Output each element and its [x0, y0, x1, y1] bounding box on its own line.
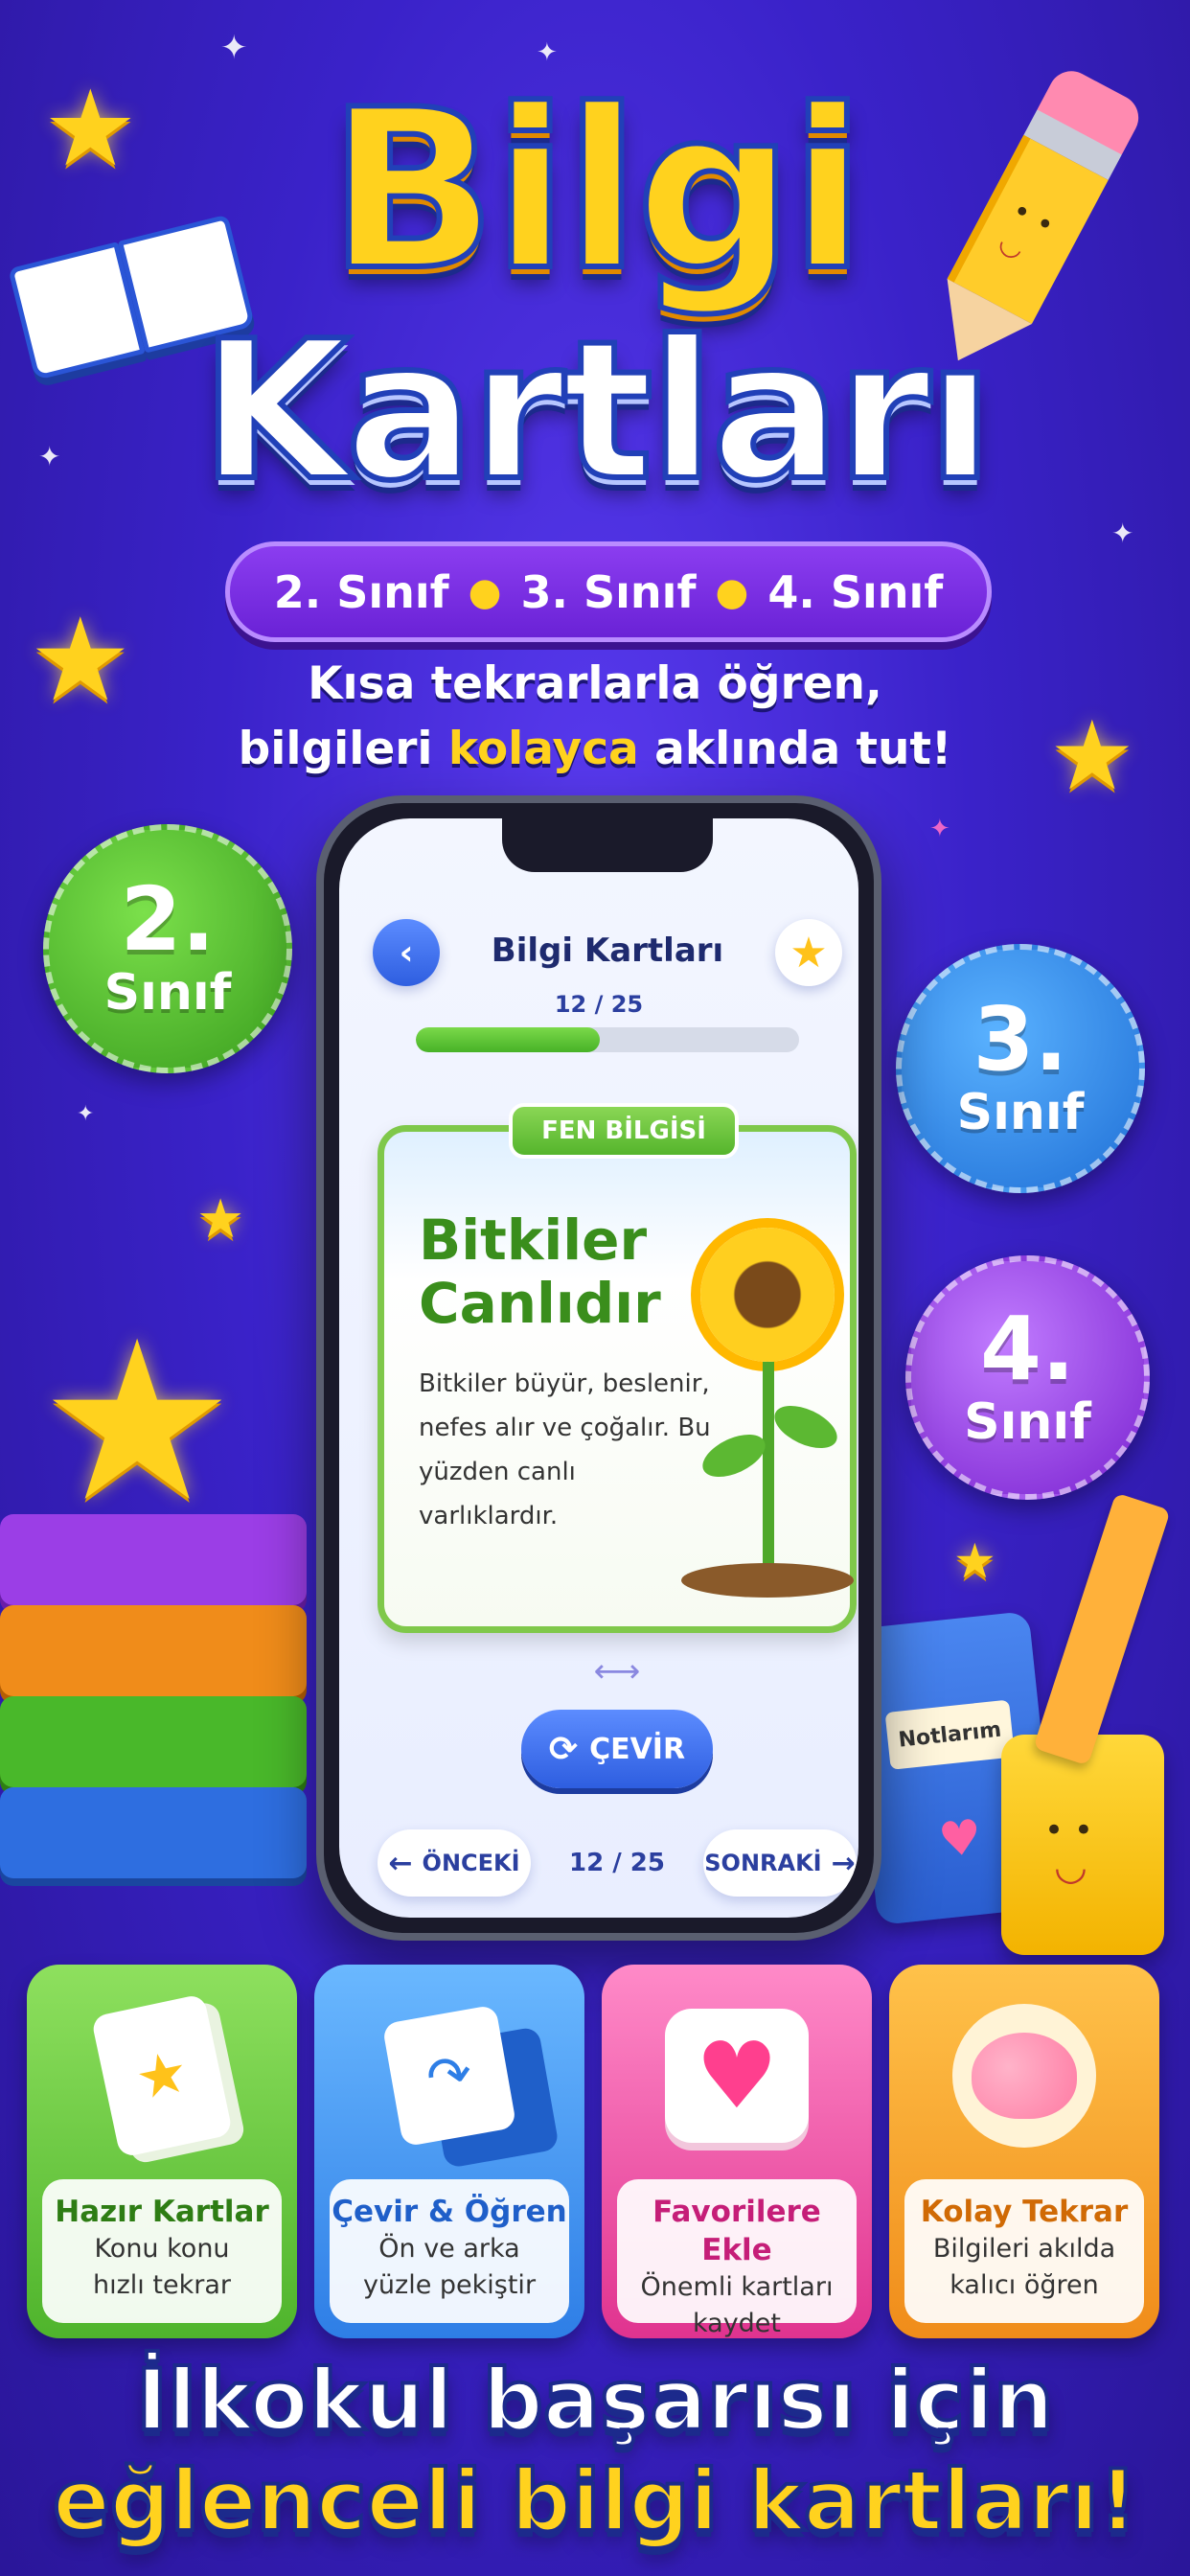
sparkle-icon: ✦	[220, 29, 248, 67]
phone-mockup: ‹ Bilgi Kartları ★ 12 / 25 FEN BİLGİSİ B…	[316, 795, 881, 1941]
feature-desc: kalıcı öğren	[950, 2270, 1099, 2300]
dot-separator: ●	[715, 569, 749, 614]
book-stack-icon	[0, 1514, 316, 1917]
grade-4-label: 4. Sınıf	[767, 565, 944, 618]
app-title-line1: Bilgi	[326, 63, 868, 319]
feature-card-ready-cards[interactable]: ★ Hazır Kartlar Konu konu hızlı tekrar	[27, 1965, 297, 2338]
tagline: Kısa tekrarlarla öğren, bilgileri kolayc…	[0, 652, 1190, 782]
page-indicator: 12 / 25	[569, 1849, 665, 1877]
feature-desc: Konu konu	[94, 2234, 230, 2264]
refresh-icon: ⟳	[548, 1729, 579, 1769]
feature-desc: yüzle pekiştir	[362, 2270, 537, 2300]
tagline-line2: bilgileri kolayca aklında tut!	[0, 717, 1190, 782]
chevron-left-icon: ‹	[399, 932, 414, 973]
feature-text: Hazır Kartlar Konu konu hızlı tekrar	[42, 2179, 282, 2323]
grade-2-badge[interactable]: 2. Sınıf	[43, 824, 292, 1073]
app-title-line2: Kartları	[198, 300, 996, 523]
grade-label: Sınıf	[964, 1392, 1091, 1451]
arrow-left-icon: ←	[388, 1846, 413, 1880]
heart-icon: ♥	[617, 1980, 857, 2172]
dot-separator: ●	[468, 569, 502, 614]
card-title-line1: Bitkiler	[419, 1208, 648, 1273]
grade-label: Sınıf	[956, 1084, 1085, 1141]
swipe-hint-icon: ⟷	[593, 1652, 641, 1690]
card-title-line2: Canlıdır	[419, 1271, 661, 1336]
footer-line2: eğlenceli bilgi kartları!	[51, 2451, 1139, 2551]
star-icon: ★	[953, 1533, 996, 1589]
back-button[interactable]: ‹	[373, 919, 440, 986]
grades-banner: 2. Sınıf ● 3. Sınıf ● 4. Sınıf	[225, 541, 992, 642]
favorite-star-button[interactable]: ★	[775, 919, 842, 986]
progress-fill	[416, 1027, 600, 1052]
sparkle-icon: ✦	[929, 815, 950, 843]
feature-title: Favorilere Ekle	[652, 2195, 821, 2267]
sunflower-image	[672, 1228, 854, 1611]
next-label: SONRAKİ	[704, 1850, 822, 1876]
feature-text: Çevir & Öğren Ön ve arka yüzle pekiştir	[330, 2179, 569, 2323]
progress-text: 12 / 25	[554, 991, 644, 1018]
feature-desc: hızlı tekrar	[93, 2270, 231, 2300]
grade-number: 3.	[973, 988, 1068, 1091]
subject-badge: FEN BİLGİSİ	[509, 1103, 739, 1159]
next-button[interactable]: SONRAKİ →	[703, 1829, 857, 1897]
grade-3-label: 3. Sınıf	[520, 565, 697, 618]
feature-desc: kaydet	[692, 2309, 782, 2338]
sparkle-icon: ✦	[1111, 518, 1134, 549]
progress-bar	[416, 1027, 799, 1052]
feature-card-favorites[interactable]: ♥ Favorilere Ekle Önemli kartları kaydet	[602, 1965, 872, 2338]
phone-notch	[502, 818, 713, 872]
footer-line1: İlkokul başarısı için	[134, 2351, 1056, 2450]
star-icon: ★	[790, 928, 828, 978]
feature-desc: Önemli kartları	[640, 2272, 834, 2302]
sparkle-icon: ✦	[77, 1102, 95, 1126]
tagline-highlight: kolayca	[447, 723, 639, 775]
star-icon: ★	[196, 1188, 245, 1251]
feature-text: Kolay Tekrar Bilgileri akılda kalıcı öğr…	[904, 2179, 1144, 2323]
brain-icon	[904, 1980, 1144, 2172]
feature-card-flip-learn[interactable]: ↷ Çevir & Öğren Ön ve arka yüzle pekişti…	[314, 1965, 584, 2338]
feature-text: Favorilere Ekle Önemli kartları kaydet	[617, 2179, 857, 2338]
grade-number: 4.	[980, 1297, 1075, 1400]
feature-title: Kolay Tekrar	[920, 2195, 1129, 2229]
grade-2-label: 2. Sınıf	[273, 565, 449, 618]
grade-4-badge[interactable]: 4. Sınıf	[905, 1255, 1150, 1500]
flip-cards-icon: ↷	[330, 1980, 569, 2172]
feature-card-easy-review[interactable]: Kolay Tekrar Bilgileri akılda kalıcı öğr…	[889, 1965, 1159, 2338]
previous-button[interactable]: ← ÖNCEKİ	[378, 1829, 531, 1897]
tagline-pre: bilgileri	[238, 723, 433, 775]
grade-3-badge[interactable]: 3. Sınıf	[896, 944, 1145, 1193]
phone-screen: ‹ Bilgi Kartları ★ 12 / 25 FEN BİLGİSİ B…	[339, 818, 858, 1918]
star-mascot-icon: ★	[38, 1295, 237, 1551]
tagline-post: aklında tut!	[654, 723, 952, 775]
heart-sticker-icon: ♥	[935, 1808, 985, 1869]
grade-label: Sınıf	[103, 964, 232, 1022]
flashcard[interactable]: FEN BİLGİSİ Bitkiler Canlıdır Bitkiler b…	[378, 1103, 857, 1633]
grade-number: 2.	[120, 868, 216, 971]
feature-desc: Bilgileri akılda	[932, 2234, 1116, 2264]
notebook-label: Notlarım	[884, 1699, 1016, 1770]
ruler-icon	[1033, 1492, 1171, 1766]
feature-title: Hazır Kartlar	[55, 2195, 269, 2229]
arrow-right-icon: →	[831, 1846, 856, 1880]
feature-title: Çevir & Öğren	[332, 2195, 567, 2229]
pencil-cup-icon: • • ◡	[1001, 1735, 1164, 1955]
tagline-line1: Kısa tekrarlarla öğren,	[308, 657, 882, 710]
cards-icon: ★	[42, 1980, 282, 2172]
flip-label: ÇEVİR	[589, 1732, 686, 1766]
flip-button[interactable]: ⟳ ÇEVİR	[521, 1710, 713, 1788]
previous-label: ÖNCEKİ	[422, 1850, 520, 1876]
screen-title: Bilgi Kartları	[491, 932, 724, 970]
feature-desc: Ön ve arka	[378, 2234, 520, 2264]
